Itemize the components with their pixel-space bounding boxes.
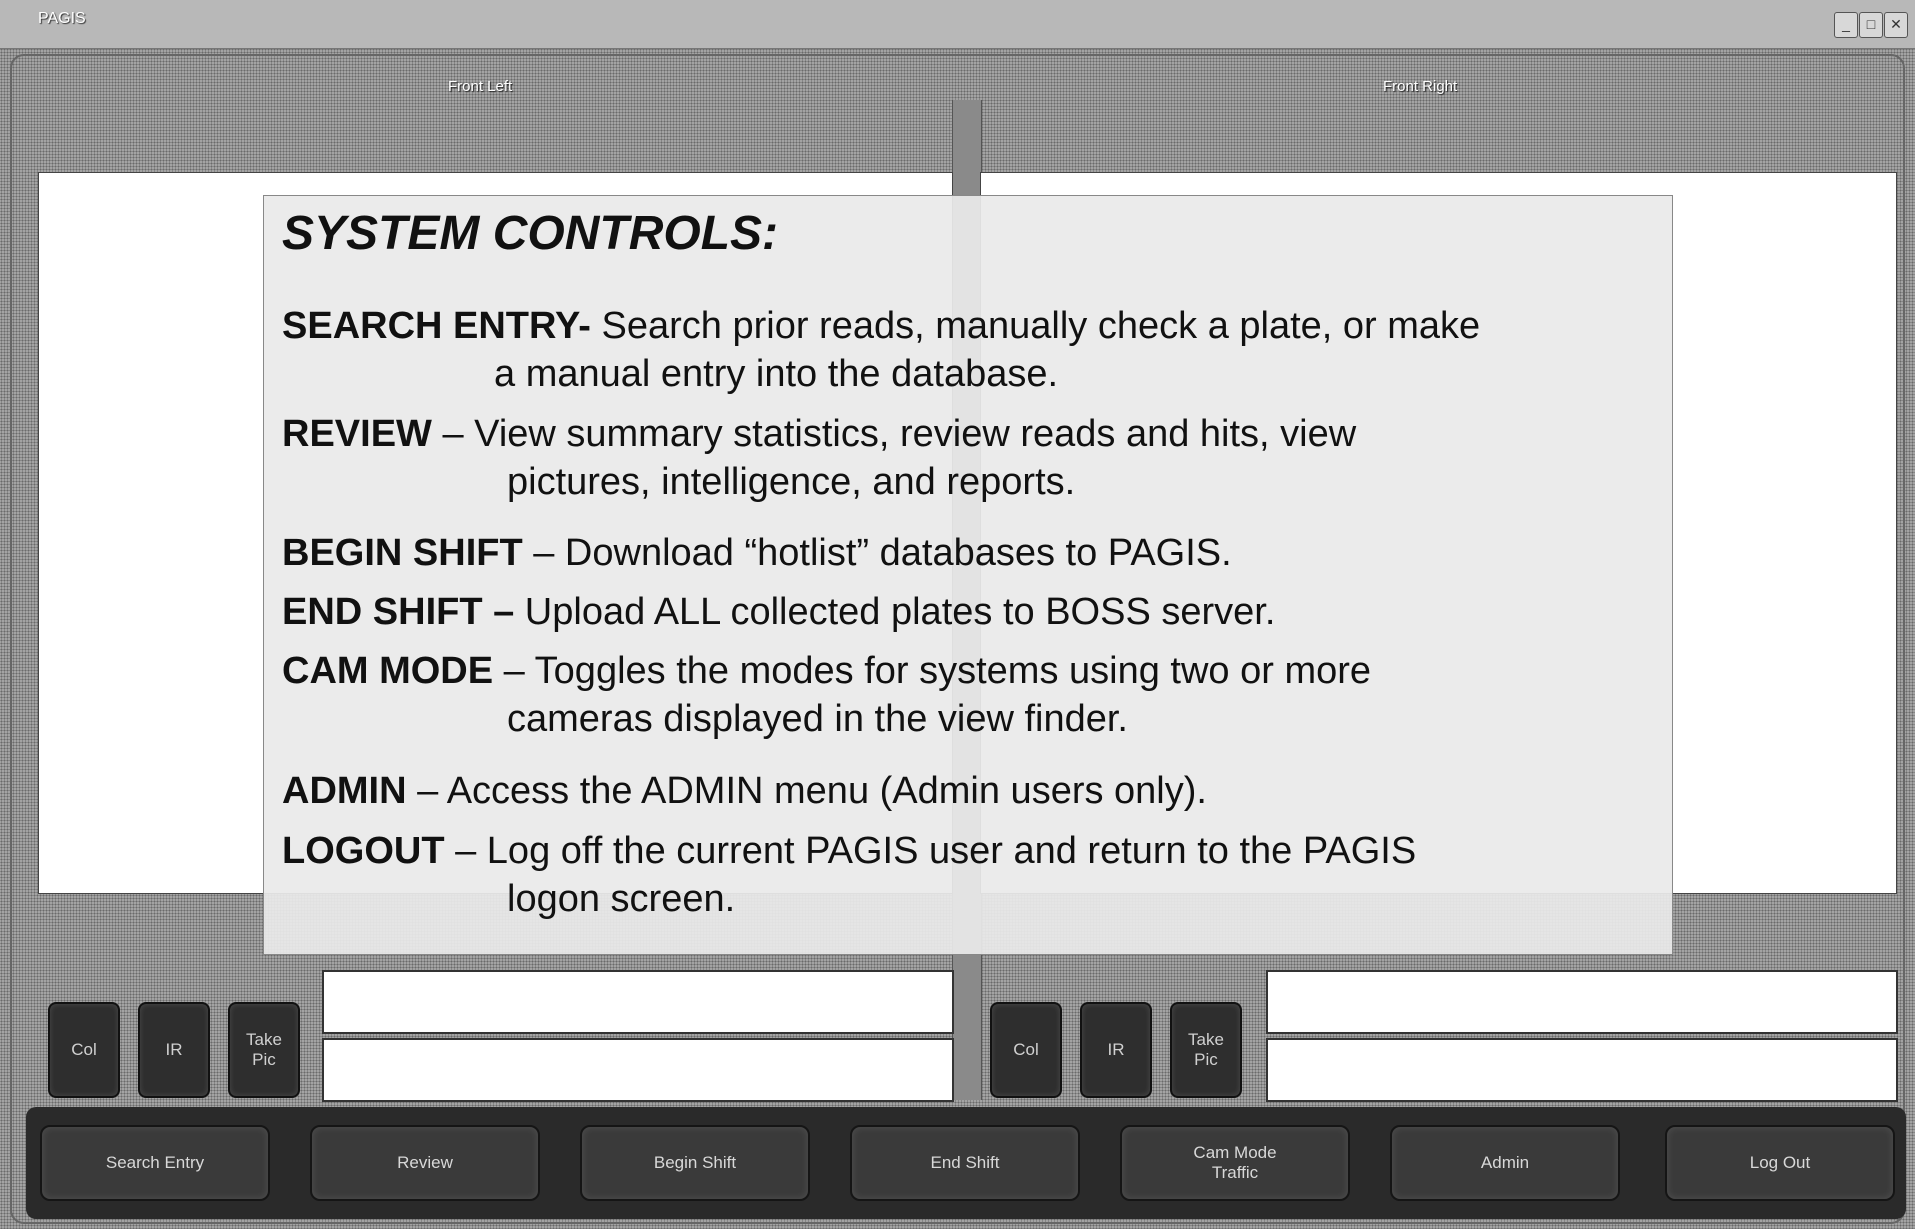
entry-end-shift: END SHIFT – Upload ALL collected plates …	[282, 588, 1662, 636]
entry-continuation: logon screen.	[507, 878, 736, 920]
entry-text: Upload ALL collected plates to BOSS serv…	[514, 591, 1276, 633]
entry-key: ADMIN	[282, 770, 407, 812]
camera-label-front-right: Front Right	[1383, 78, 1458, 95]
front-right-col-button[interactable]: Col	[990, 1002, 1062, 1098]
entry-key: END SHIFT –	[282, 591, 515, 633]
close-button[interactable]: ✕	[1884, 12, 1908, 38]
front-left-ir-button[interactable]: IR	[138, 1002, 210, 1098]
review-button[interactable]: Review	[310, 1125, 540, 1201]
entry-logout: LOGOUT – Log off the current PAGIS user …	[282, 827, 1662, 923]
end-shift-button[interactable]: End Shift	[850, 1125, 1080, 1201]
entry-continuation: a manual entry into the database.	[494, 353, 1059, 395]
minimize-button[interactable]: _	[1834, 12, 1858, 38]
entry-text: – Download “hotlist” databases to PAGIS.	[522, 532, 1232, 574]
entry-review: REVIEW – View summary statistics, review…	[282, 410, 1662, 506]
entry-key: CAM MODE	[282, 650, 494, 692]
entry-search-entry: SEARCH ENTRY- Search prior reads, manual…	[282, 302, 1662, 398]
entry-admin: ADMIN – Access the ADMIN menu (Admin use…	[282, 767, 1662, 815]
front-right-plate-field-1	[1266, 970, 1898, 1034]
cam-mode-button[interactable]: Cam Mode Traffic	[1120, 1125, 1350, 1201]
front-left-col-button[interactable]: Col	[48, 1002, 120, 1098]
entry-text: Search prior reads, manually check a pla…	[590, 305, 1481, 347]
maximize-button[interactable]: □	[1859, 12, 1883, 38]
entry-continuation: cameras displayed in the view finder.	[507, 698, 1128, 740]
entry-text: – Toggles the modes for systems using tw…	[493, 650, 1372, 692]
entry-begin-shift: BEGIN SHIFT – Download “hotlist” databas…	[282, 529, 1662, 577]
front-right-ir-button[interactable]: IR	[1080, 1002, 1152, 1098]
entry-text: – View summary statistics, review reads …	[431, 413, 1357, 455]
admin-button[interactable]: Admin	[1390, 1125, 1620, 1201]
entry-continuation: pictures, intelligence, and reports.	[507, 461, 1076, 503]
front-right-take-pic-button[interactable]: Take Pic	[1170, 1002, 1242, 1098]
system-controls-overlay: SYSTEM CONTROLS: SEARCH ENTRY- Search pr…	[263, 195, 1673, 955]
front-right-plate-field-2	[1266, 1038, 1898, 1102]
title-bar: PAGIS _ □ ✕	[0, 0, 1915, 49]
entry-text: – Access the ADMIN menu (Admin users onl…	[406, 770, 1207, 812]
front-left-plate-field-1	[322, 970, 954, 1034]
entry-text: – Log off the current PAGIS user and ret…	[444, 830, 1417, 872]
entry-key: SEARCH ENTRY-	[282, 305, 591, 347]
front-left-plate-field-2	[322, 1038, 954, 1102]
log-out-button[interactable]: Log Out	[1665, 1125, 1895, 1201]
entry-key: BEGIN SHIFT	[282, 532, 523, 574]
camera-label-front-left: Front Left	[448, 78, 513, 95]
overlay-title: SYSTEM CONTROLS:	[282, 207, 779, 260]
entry-key: REVIEW	[282, 413, 432, 455]
entry-cam-mode: CAM MODE – Toggles the modes for systems…	[282, 647, 1662, 743]
front-left-take-pic-button[interactable]: Take Pic	[228, 1002, 300, 1098]
entry-key: LOGOUT	[282, 830, 445, 872]
app-title: PAGIS	[38, 10, 86, 27]
search-entry-button[interactable]: Search Entry	[40, 1125, 270, 1201]
begin-shift-button[interactable]: Begin Shift	[580, 1125, 810, 1201]
